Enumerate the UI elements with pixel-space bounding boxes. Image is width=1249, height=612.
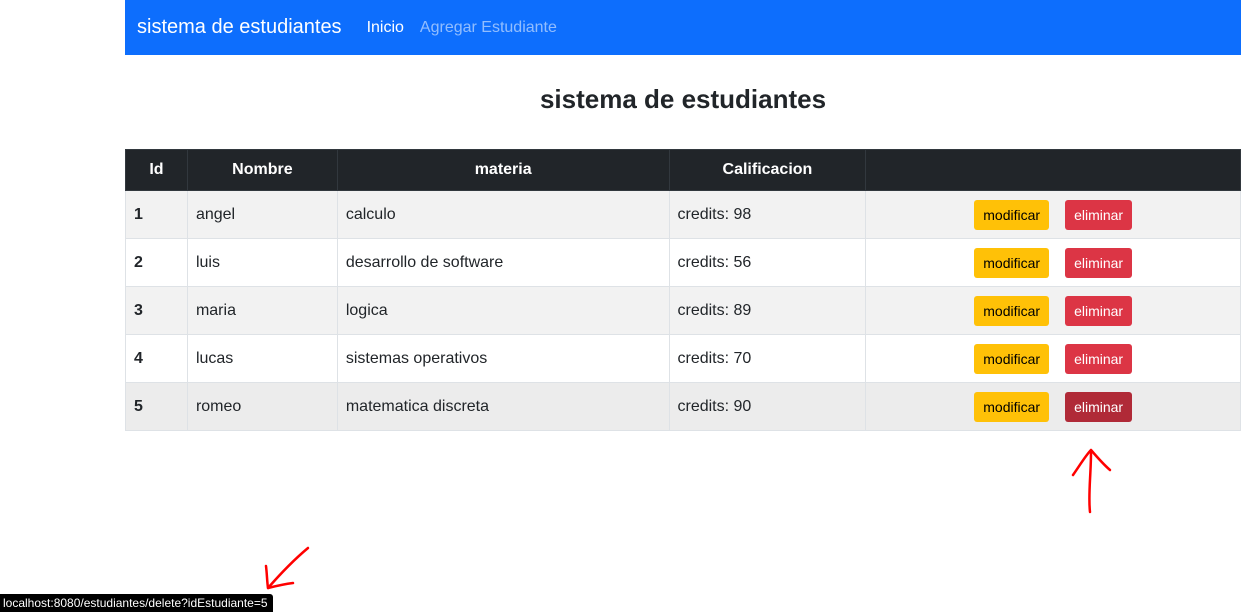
nav-link-agregar-estudiante[interactable]: Agregar Estudiante	[420, 19, 557, 37]
column-header-id: Id	[125, 149, 188, 191]
cell-nombre: lucas	[186, 334, 338, 383]
red-arrow-up-icon	[1071, 448, 1112, 514]
modify-button[interactable]: modificar	[974, 391, 1050, 422]
cell-actions: modificar eliminar	[865, 238, 1241, 287]
table-header-row: Id Nombre materia Calificacion	[125, 149, 1241, 191]
cell-actions: modificar eliminar	[865, 190, 1241, 239]
navbar: sistema de estudiantes Inicio Agregar Es…	[125, 0, 1241, 55]
modify-button[interactable]: modificar	[974, 343, 1050, 374]
cell-calificacion: credits: 90	[668, 382, 867, 431]
status-bar-url: localhost:8080/estudiantes/delete?idEstu…	[0, 594, 273, 612]
cell-nombre: maria	[186, 286, 338, 335]
column-header-nombre: Nombre	[186, 149, 338, 191]
students-table: Id Nombre materia Calificacion 1 angel c…	[125, 149, 1241, 431]
delete-button[interactable]: eliminar	[1065, 295, 1133, 326]
delete-button[interactable]: eliminar	[1065, 247, 1133, 278]
column-header-materia: materia	[336, 149, 670, 191]
cell-calificacion: credits: 70	[668, 334, 867, 383]
column-header-actions	[865, 149, 1241, 191]
cell-id: 4	[125, 334, 188, 383]
cell-actions: modificar eliminar	[865, 334, 1241, 383]
cell-nombre: luis	[186, 238, 338, 287]
table-row: 1 angel calculo credits: 98 modificar eli…	[125, 190, 1241, 239]
table-row: 4 lucas sistemas operativos credits: 70 …	[125, 334, 1241, 383]
table-row: 3 maria logica credits: 89 modificar elim…	[125, 286, 1241, 335]
table-row: 5 romeo matematica discreta credits: 90 …	[125, 382, 1241, 431]
column-header-calificacion: Calificacion	[668, 149, 867, 191]
cell-materia: matematica discreta	[336, 382, 670, 431]
page-title: sistema de estudiantes	[539, 84, 827, 114]
cell-id: 3	[125, 286, 188, 335]
cell-actions: modificar eliminar	[865, 382, 1241, 431]
cell-materia: desarrollo de software	[336, 238, 670, 287]
nav-link-inicio[interactable]: Inicio	[367, 19, 404, 37]
cell-calificacion: credits: 89	[668, 286, 867, 335]
cell-actions: modificar eliminar	[865, 286, 1241, 335]
navbar-brand[interactable]: sistema de estudiantes	[137, 16, 342, 39]
delete-button[interactable]: eliminar	[1065, 343, 1133, 374]
cell-calificacion: credits: 56	[668, 238, 867, 287]
modify-button[interactable]: modificar	[974, 199, 1050, 230]
cell-calificacion: credits: 98	[668, 190, 867, 239]
cell-nombre: romeo	[186, 382, 338, 431]
cell-id: 1	[125, 190, 188, 239]
cell-materia: calculo	[336, 190, 670, 239]
cell-materia: logica	[336, 286, 670, 335]
cell-id: 2	[125, 238, 188, 287]
delete-button[interactable]: eliminar	[1065, 391, 1133, 422]
cell-id: 5	[125, 382, 188, 431]
table-row: 2 luis desarrollo de software credits: 5…	[125, 238, 1241, 287]
delete-button[interactable]: eliminar	[1065, 199, 1133, 230]
cell-materia: sistemas operativos	[336, 334, 670, 383]
cell-nombre: angel	[186, 190, 338, 239]
modify-button[interactable]: modificar	[974, 247, 1050, 278]
red-arrow-down-left-icon	[264, 546, 310, 590]
modify-button[interactable]: modificar	[974, 295, 1050, 326]
